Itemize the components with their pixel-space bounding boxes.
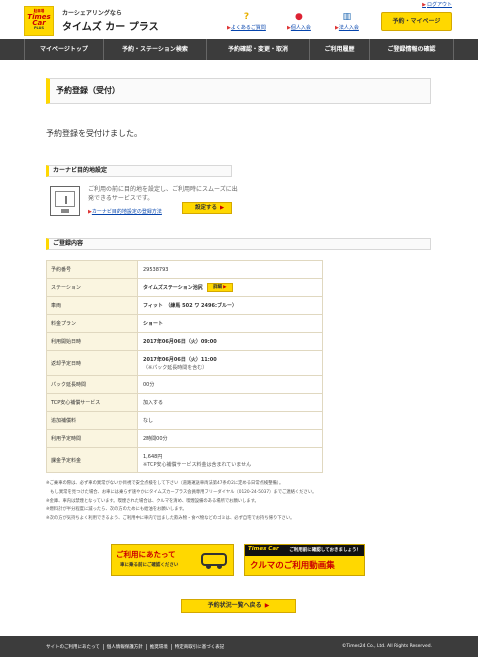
table-row: 利用開始日時 2017年06月06日（火）09:00 — [46, 332, 323, 351]
arrow-right-icon: ▶ — [264, 602, 270, 609]
carnavi-section-heading: カーナビ目的地設定 — [46, 165, 232, 177]
carnavi-description: ご利用の前に目的地を設定し、ご利用時にスムーズに出発できるサービスです。 — [88, 186, 238, 202]
return-note: （※パック延長時間を含む） — [143, 364, 208, 371]
nav-mypage-top[interactable]: マイページトップ — [24, 39, 104, 60]
additional-insurance: なし — [137, 411, 323, 430]
brand-name: タイムズ カー プラス — [62, 22, 159, 33]
times-car-plus-logo[interactable]: 駐車場 Times Car PLUS — [24, 6, 54, 36]
planned-duration: 2時間00分 — [137, 429, 323, 448]
table-row: 料金プラン ショート — [46, 314, 323, 333]
carnavi-icon — [50, 186, 80, 216]
video-guide-banner[interactable]: Times Car ご利用前に確認しておきましょう！ クルマのご利用動画集 — [244, 544, 365, 576]
registration-table: 予約番号 29538793 ステーション タイムズステーション池尻 詳細▶ 車両 フィッ… — [46, 260, 323, 473]
arrow-right-icon: ▶ — [422, 2, 426, 8]
person-icon: ● — [295, 12, 303, 22]
table-row: 課金予定料金 1,648円 ※TCP安心補償サービス料金は含まれていません — [46, 447, 323, 473]
table-row: 利用予定時間 2時間00分 — [46, 429, 323, 448]
notes: ※ご乗車の際は、必ず車の異常がないか目視で安全点検をして下さい（道路運送車両法第… — [46, 480, 441, 524]
times-car-logo: Times Car — [248, 546, 279, 552]
reservation-number: 29538793 — [137, 260, 323, 279]
price-plan: ショート — [137, 314, 323, 333]
estimated-charge: 1,648円 — [143, 453, 163, 460]
table-row: ステーション タイムズステーション池尻 詳細▶ — [46, 278, 323, 297]
arrow-right-icon: ▶ — [223, 285, 227, 290]
faq-link[interactable]: ? ▶よくあるご質問 — [227, 12, 266, 31]
tcp-insurance: 加入する — [137, 393, 323, 412]
footer-link-commerce[interactable]: 特定商取引に基づく表記 — [172, 644, 228, 650]
station-detail-button[interactable]: 詳細▶ — [206, 283, 233, 292]
mypage-button[interactable]: 予約・マイページ — [381, 12, 452, 31]
footer: サイトのご利用にあたって 個人情報保護方針 推奨環境 特定商取引に基づく表記 ©… — [0, 636, 478, 657]
nav-reservation-search[interactable]: 予約・ステーション検索 — [104, 39, 207, 60]
station-name: タイムズステーション池尻 — [143, 285, 203, 291]
note-item: ※燃料計が半分程度に減ったら、次の方のためにも給油をお願いします。 — [46, 507, 187, 513]
note-item: ※次の方が気持ちよく利用できるよう、ご利用中に車内で出ました飲み物・食べ物などの… — [46, 516, 295, 522]
copyright: ©Times24 Co., Ltd. All Rights Reserved. — [341, 644, 432, 649]
return-datetime: 2017年06月06日（火）11:00 — [143, 356, 217, 363]
note-item: ※金庫、車内は禁煙となっています。喫煙された場合は、クルマを清め、喫煙設備のある… — [46, 498, 259, 504]
pack-extension: 00分 — [137, 375, 323, 394]
corporate-join-link[interactable]: ▥ ▶法人入会 — [335, 12, 359, 31]
table-row: 車両 フィット （練馬 502 ワ 2496:ブルー） — [46, 296, 323, 315]
question-icon: ? — [243, 12, 250, 22]
charge-note: ※TCP安心補償サービス料金は含まれていません — [143, 461, 252, 468]
footer-link-privacy[interactable]: 個人情報保護方針 — [104, 644, 147, 650]
individual-join-link[interactable]: ● ▶個人入会 — [287, 12, 311, 31]
table-row: 追加補償料 なし — [46, 411, 323, 430]
footer-link-environment[interactable]: 推奨環境 — [147, 644, 172, 650]
table-row: 返却予定日時 2017年06月06日（火）11:00 （※パック延長時間を含む） — [46, 350, 323, 376]
usage-guide-banner[interactable]: ご利用にあたって 車に乗る前にご確認ください — [111, 544, 234, 576]
table-row: 予約番号 29538793 — [46, 260, 323, 279]
back-to-reservations-button[interactable]: 予約状況一覧へ戻る ▶ — [181, 599, 296, 613]
start-datetime: 2017年06月06日（火）09:00 — [137, 332, 323, 351]
registration-section-heading: ご登録内容 — [46, 238, 431, 250]
footer-link-terms[interactable]: サイトのご利用にあたって — [46, 644, 104, 650]
table-row: TCP安心補償サービス 加入する — [46, 393, 323, 412]
car-icon — [201, 553, 227, 569]
nav-usage-history[interactable]: ご利用履歴 — [310, 39, 370, 60]
note-item: もし異常を見つけた場合、お車には乗らず速やかにタイムズカープラス会員専用フリーダ… — [46, 489, 317, 495]
table-row: パック延長時間 00分 — [46, 375, 323, 394]
logout-link[interactable]: ▶ログアウト — [422, 1, 452, 8]
nav-registration-info[interactable]: ご登録情報の確認 — [370, 39, 454, 60]
note-item: ※ご乗車の際は、必ず車の異常がないか目視で安全点検をして下さい（道路運送車両法第… — [46, 481, 284, 486]
completion-message: 予約登録を受付けました。 — [46, 129, 142, 138]
global-nav: マイページトップ 予約・ステーション検索 予約確認・変更・取消 ご利用履歴 ご登… — [0, 39, 478, 60]
page-title: 予約登録（受付） — [46, 78, 431, 104]
building-icon: ▥ — [342, 12, 352, 22]
vehicle-info: フィット （練馬 502 ワ 2496:ブルー） — [137, 296, 323, 315]
nav-reservation-manage[interactable]: 予約確認・変更・取消 — [207, 39, 310, 60]
arrow-right-icon: ▶ — [220, 205, 225, 211]
brand-tagline: カーシェアリングなら — [62, 10, 122, 17]
carnavi-howto-link[interactable]: ▶カーナビ目的地設定の登録方法 — [88, 208, 162, 215]
carnavi-set-button[interactable]: 設定する ▶ — [182, 202, 232, 214]
